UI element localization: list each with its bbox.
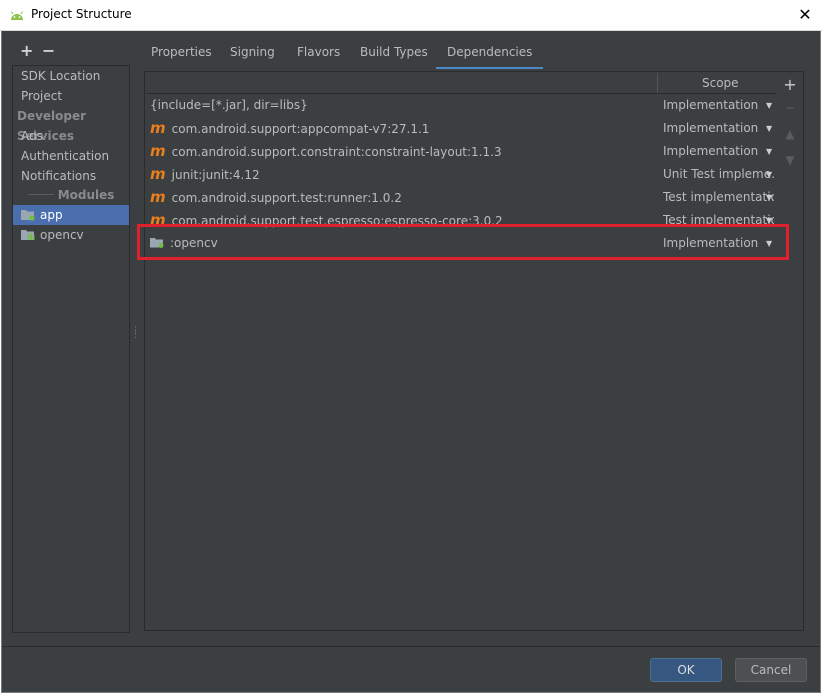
sidebar-item-label: app [40,208,63,222]
tab-dependencies[interactable]: Dependencies [436,39,544,69]
chevron-down-icon[interactable]: ▼ [766,140,772,163]
chevron-down-icon[interactable]: ▼ [766,94,772,117]
add-module-button[interactable]: + [20,41,38,60]
maven-icon: m [150,142,166,160]
sidebar-item-sdk-location[interactable]: SDK Location [13,66,129,86]
remove-dependency-button[interactable]: − [780,101,800,127]
move-up-button[interactable]: ▲ [780,127,800,153]
android-icon [11,11,23,20]
scope-column-header[interactable]: Scope [702,76,739,90]
sidebar-item-app[interactable]: app [13,205,129,225]
tab-properties[interactable]: Properties [151,39,212,67]
maven-icon: m [150,119,166,137]
window-title: Project Structure [31,7,132,21]
table-header: Scope [146,73,776,94]
close-icon[interactable]: ✕ [788,0,822,30]
dependency-cell: m junit:junit:4.12 [150,163,260,187]
dependencies-table: Scope {include=[*.jar], dir=libs} Implem… [146,73,776,629]
tab-build-types[interactable]: Build Types [360,39,428,67]
library-module-icon [21,230,35,240]
ok-button[interactable]: OK [650,658,722,682]
scope-value[interactable]: Test implementation [663,186,774,209]
sidebar-item-ads[interactable]: Ads [13,126,129,146]
sidebar-item-project[interactable]: Project [13,86,129,106]
splitter-handle[interactable]: ⋮ ⋮ [131,327,140,347]
sidebar-toolbar: + − [20,41,60,60]
dependency-cell: m com.android.support.constraint:constrai… [150,140,502,164]
sidebar-item-label: opencv [40,228,84,242]
module-folder-icon [21,210,35,221]
sidebar-item-authentication[interactable]: Authentication [13,146,129,166]
remove-module-button[interactable]: − [42,41,60,60]
annotation-highlight-box [137,224,789,260]
tab-signing[interactable]: Signing [230,39,275,67]
dependency-name: {include=[*.jar], dir=libs} [150,98,308,112]
add-dependency-button[interactable]: + [780,75,800,101]
dependency-name: junit:junit:4.12 [171,168,260,182]
dependency-cell: m com.android.support:appcompat-v7:27.1.1 [150,117,429,141]
dependency-cell: m com.android.support.test:runner:1.0.2 [150,186,402,210]
dialog-body: + − SDK Location Project Developer Servi… [1,31,821,693]
table-row[interactable]: m junit:junit:4.12 Unit Test impleme… ▼ [146,163,776,186]
column-divider[interactable] [657,73,658,93]
maven-icon: m [150,165,166,183]
sidebar: SDK Location Project Developer Services … [12,65,130,633]
dependency-name: com.android.support.constraint:constrain… [171,145,502,159]
scope-value[interactable]: Implementation [663,140,774,163]
dependency-name: com.android.support:appcompat-v7:27.1.1 [171,122,430,136]
move-down-button[interactable]: ▼ [780,153,800,179]
tab-flavors[interactable]: Flavors [297,39,340,67]
table-row[interactable]: {include=[*.jar], dir=libs} Implementati… [146,94,776,117]
maven-icon: m [150,188,166,206]
table-side-toolbar: + − ▲ ▼ [780,75,800,179]
cancel-button[interactable]: Cancel [735,658,807,682]
dependencies-panel: Scope {include=[*.jar], dir=libs} Implem… [144,71,804,631]
scope-value[interactable]: Implementation [663,117,774,140]
table-row[interactable]: m com.android.support.test:runner:1.0.2 T… [146,186,776,209]
sidebar-item-opencv[interactable]: opencv [13,225,129,245]
sidebar-item-notifications[interactable]: Notifications [13,166,129,186]
table-row[interactable]: m com.android.support:appcompat-v7:27.1.1… [146,117,776,140]
scope-value[interactable]: Unit Test impleme… [663,163,774,186]
modules-label: Modules [57,188,115,202]
divider [2,646,820,647]
scope-value[interactable]: Implementation [663,94,774,117]
chevron-down-icon[interactable]: ▼ [766,163,772,186]
title-bar: Project Structure ✕ [0,0,822,31]
dependency-name: com.android.support.test:runner:1.0.2 [171,191,402,205]
table-row[interactable]: m com.android.support.constraint:constrai… [146,140,776,163]
chevron-down-icon[interactable]: ▼ [766,186,772,209]
chevron-down-icon[interactable]: ▼ [766,117,772,140]
